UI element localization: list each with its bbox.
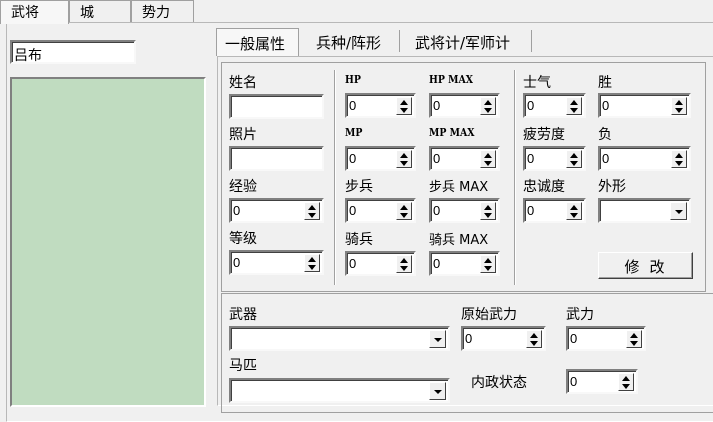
infantry-max-value: 0 [433,203,441,218]
hp-spinner[interactable]: 0 [345,93,416,118]
tab-general-attributes[interactable]: 一般属性 [216,28,299,56]
morale-spinner[interactable]: 0 [523,93,586,118]
photo-input[interactable] [229,146,324,171]
spin-arrows-icon[interactable] [566,202,582,220]
spin-arrows-icon[interactable] [480,202,496,220]
divider [514,70,516,285]
fatigue-value: 0 [527,151,535,166]
cavalry-max-spinner[interactable]: 0 [429,251,500,276]
spin-arrows-icon[interactable] [480,255,496,273]
force-value: 0 [570,331,578,346]
morale-label: 士气 [523,75,551,91]
hp-value: 0 [349,98,357,113]
divider [334,70,336,285]
spin-arrows-icon[interactable] [626,330,642,348]
infantry-spinner[interactable]: 0 [345,198,416,223]
spin-arrows-icon[interactable] [526,330,542,348]
name-label: 姓名 [229,75,257,91]
level-label: 等级 [229,231,257,247]
losses-label: 负 [598,127,612,143]
appearance-label: 外形 [598,179,626,195]
horse-select[interactable] [229,378,450,403]
spin-arrows-icon[interactable] [396,202,412,220]
wins-label: 胜 [598,75,612,91]
mp-value: 0 [349,151,357,166]
base-force-spinner[interactable]: 0 [461,326,546,351]
chevron-down-icon[interactable] [429,382,446,400]
cavalry-value: 0 [349,256,357,271]
loyalty-label: 忠诚度 [523,179,565,195]
chevron-down-icon[interactable] [670,202,687,220]
spin-arrows-icon[interactable] [480,97,496,115]
hp-max-value: 0 [433,98,441,113]
tab-troops-formation[interactable]: 兵种/阵形 [301,30,400,52]
hp-label: HP [345,73,361,86]
level-spinner[interactable]: 0 [229,250,324,275]
spin-arrows-icon[interactable] [396,255,412,273]
spin-arrows-icon[interactable] [618,373,634,391]
spin-arrows-icon[interactable] [304,254,320,272]
name-input[interactable] [229,94,324,119]
fatigue-label: 疲劳度 [523,127,565,143]
horse-label: 马匹 [229,358,257,374]
photo-label: 照片 [229,127,257,143]
fatigue-spinner[interactable]: 0 [523,146,586,171]
infantry-max-spinner[interactable]: 0 [429,198,500,223]
infantry-max-label: 步兵 MAX [429,180,489,195]
spin-arrows-icon[interactable] [566,97,582,115]
spin-arrows-icon[interactable] [304,202,320,220]
loyalty-value: 0 [527,203,535,218]
losses-value: 0 [602,151,610,166]
tab-city[interactable]: 城 [69,0,131,22]
force-spinner[interactable]: 0 [566,326,646,351]
tab-tactics[interactable]: 武将计/军师计 [401,30,532,52]
chevron-down-icon[interactable] [429,330,446,348]
mp-max-label: MP MAX [429,126,475,139]
appearance-select[interactable] [598,198,691,223]
weapon-select[interactable] [229,326,450,351]
spin-arrows-icon[interactable] [671,150,687,168]
exp-value: 0 [233,203,241,218]
tab-faction[interactable]: 势力 [131,0,194,22]
level-value: 0 [233,255,241,270]
exp-spinner[interactable]: 0 [229,198,324,223]
tab-general[interactable]: 武将 [0,0,69,24]
modify-button[interactable]: 修改 [598,252,693,279]
wins-spinner[interactable]: 0 [598,93,691,118]
domestic-spinner[interactable]: 0 [566,369,638,394]
exp-label: 经验 [229,179,257,195]
cavalry-spinner[interactable]: 0 [345,251,416,276]
mp-max-value: 0 [433,151,441,166]
weapon-label: 武器 [229,307,257,323]
infantry-value: 0 [349,203,357,218]
spin-arrows-icon[interactable] [480,150,496,168]
general-search-input[interactable]: 吕布 [10,40,136,64]
hp-max-label: HP MAX [429,73,473,86]
infantry-label: 步兵 [345,179,373,195]
general-list[interactable] [10,77,206,407]
loyalty-spinner[interactable]: 0 [523,198,586,223]
spin-arrows-icon[interactable] [396,97,412,115]
spin-arrows-icon[interactable] [396,150,412,168]
spin-arrows-icon[interactable] [566,150,582,168]
morale-value: 0 [527,98,535,113]
domestic-label: 内政状态 [471,375,527,391]
hp-max-spinner[interactable]: 0 [429,93,500,118]
mp-max-spinner[interactable]: 0 [429,146,500,171]
cavalry-max-value: 0 [433,256,441,271]
mp-label: MP [345,126,363,139]
mp-spinner[interactable]: 0 [345,146,416,171]
wins-value: 0 [602,98,610,113]
losses-spinner[interactable]: 0 [598,146,691,171]
force-label: 武力 [566,307,594,323]
cavalry-label: 骑兵 [345,232,373,248]
domestic-value: 0 [570,374,578,389]
cavalry-max-label: 骑兵 MAX [429,233,489,248]
base-force-label: 原始武力 [461,307,517,323]
base-force-value: 0 [465,331,473,346]
spin-arrows-icon[interactable] [671,97,687,115]
